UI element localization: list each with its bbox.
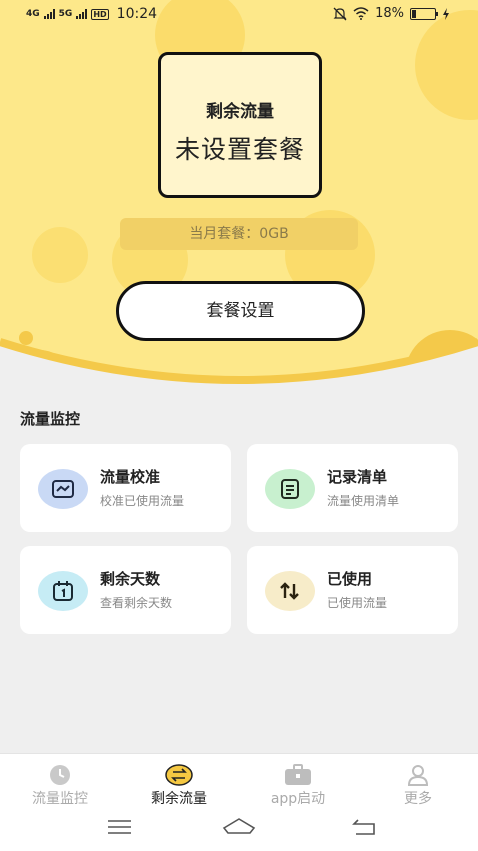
charging-icon: [443, 7, 449, 20]
swap-icon: [165, 764, 193, 786]
tile-title: 剩余天数: [100, 570, 161, 588]
person-icon: [407, 765, 429, 786]
signal-icon: [76, 9, 88, 19]
network-5g-label: 5G: [58, 8, 73, 19]
system-navigation-bar: [0, 812, 478, 842]
battery-percent: 18%: [375, 6, 404, 21]
wifi-icon: [353, 7, 369, 20]
tile-subtitle: 流量使用清单: [327, 494, 400, 508]
tile-subtitle: 已使用流量: [327, 596, 388, 610]
battery-icon: [410, 7, 438, 20]
tile-data-calibration[interactable]: 流量校准 校准已使用流量: [20, 444, 231, 532]
home-icon[interactable]: [222, 818, 256, 834]
tile-subtitle: 校准已使用流量: [100, 494, 185, 508]
monthly-plan-badge: 当月套餐：0GB: [120, 218, 358, 250]
clock-time: 10:24: [116, 6, 158, 22]
tab-more[interactable]: 更多: [368, 764, 468, 808]
remaining-data-card: 剩余流量 未设置套餐: [158, 52, 322, 198]
back-icon[interactable]: [352, 819, 375, 835]
usage-icon: [265, 571, 315, 611]
remaining-data-label: 剩余流量: [206, 102, 274, 122]
tab-traffic-monitor[interactable]: 流量监控: [10, 764, 110, 808]
calendar-icon: [38, 571, 88, 611]
clock-icon: [50, 765, 70, 785]
list-icon: [265, 469, 315, 509]
tile-used-data[interactable]: 已使用 已使用流量: [247, 546, 458, 634]
chart-icon: [38, 469, 88, 509]
hd-badge: HD: [91, 8, 109, 20]
tile-title: 记录清单: [327, 468, 388, 486]
menu-icon[interactable]: [108, 820, 131, 834]
tab-remaining-data[interactable]: 剩余流量: [129, 764, 229, 808]
tab-label: 更多: [404, 791, 432, 807]
tab-label: app启动: [270, 791, 326, 807]
briefcase-icon: [285, 764, 311, 785]
status-bar: 4G 5G HD 10:24 18%: [0, 0, 478, 30]
tile-subtitle: 查看剩余天数: [100, 596, 173, 610]
tab-label: 流量监控: [32, 791, 88, 807]
tile-title: 流量校准: [100, 468, 161, 486]
tile-usage-records[interactable]: 记录清单 流量使用清单: [247, 444, 458, 532]
section-title: 流量监控: [20, 410, 81, 428]
signal-icon: [43, 9, 55, 19]
network-4g-label: 4G: [26, 8, 40, 19]
tile-remaining-days[interactable]: 剩余天数 查看剩余天数: [20, 546, 231, 634]
tab-label: 剩余流量: [151, 791, 207, 807]
plan-setup-button[interactable]: 套餐设置: [116, 281, 365, 341]
hero-banner: 4G 5G HD 10:24 18% 剩余流量 未设置套餐 当月套餐：0GB 套…: [0, 0, 478, 400]
mute-icon: [333, 7, 347, 20]
tab-app-launch[interactable]: app启动: [248, 764, 348, 808]
tile-title: 已使用: [327, 570, 373, 588]
plan-status-text: 未设置套餐: [174, 135, 305, 164]
